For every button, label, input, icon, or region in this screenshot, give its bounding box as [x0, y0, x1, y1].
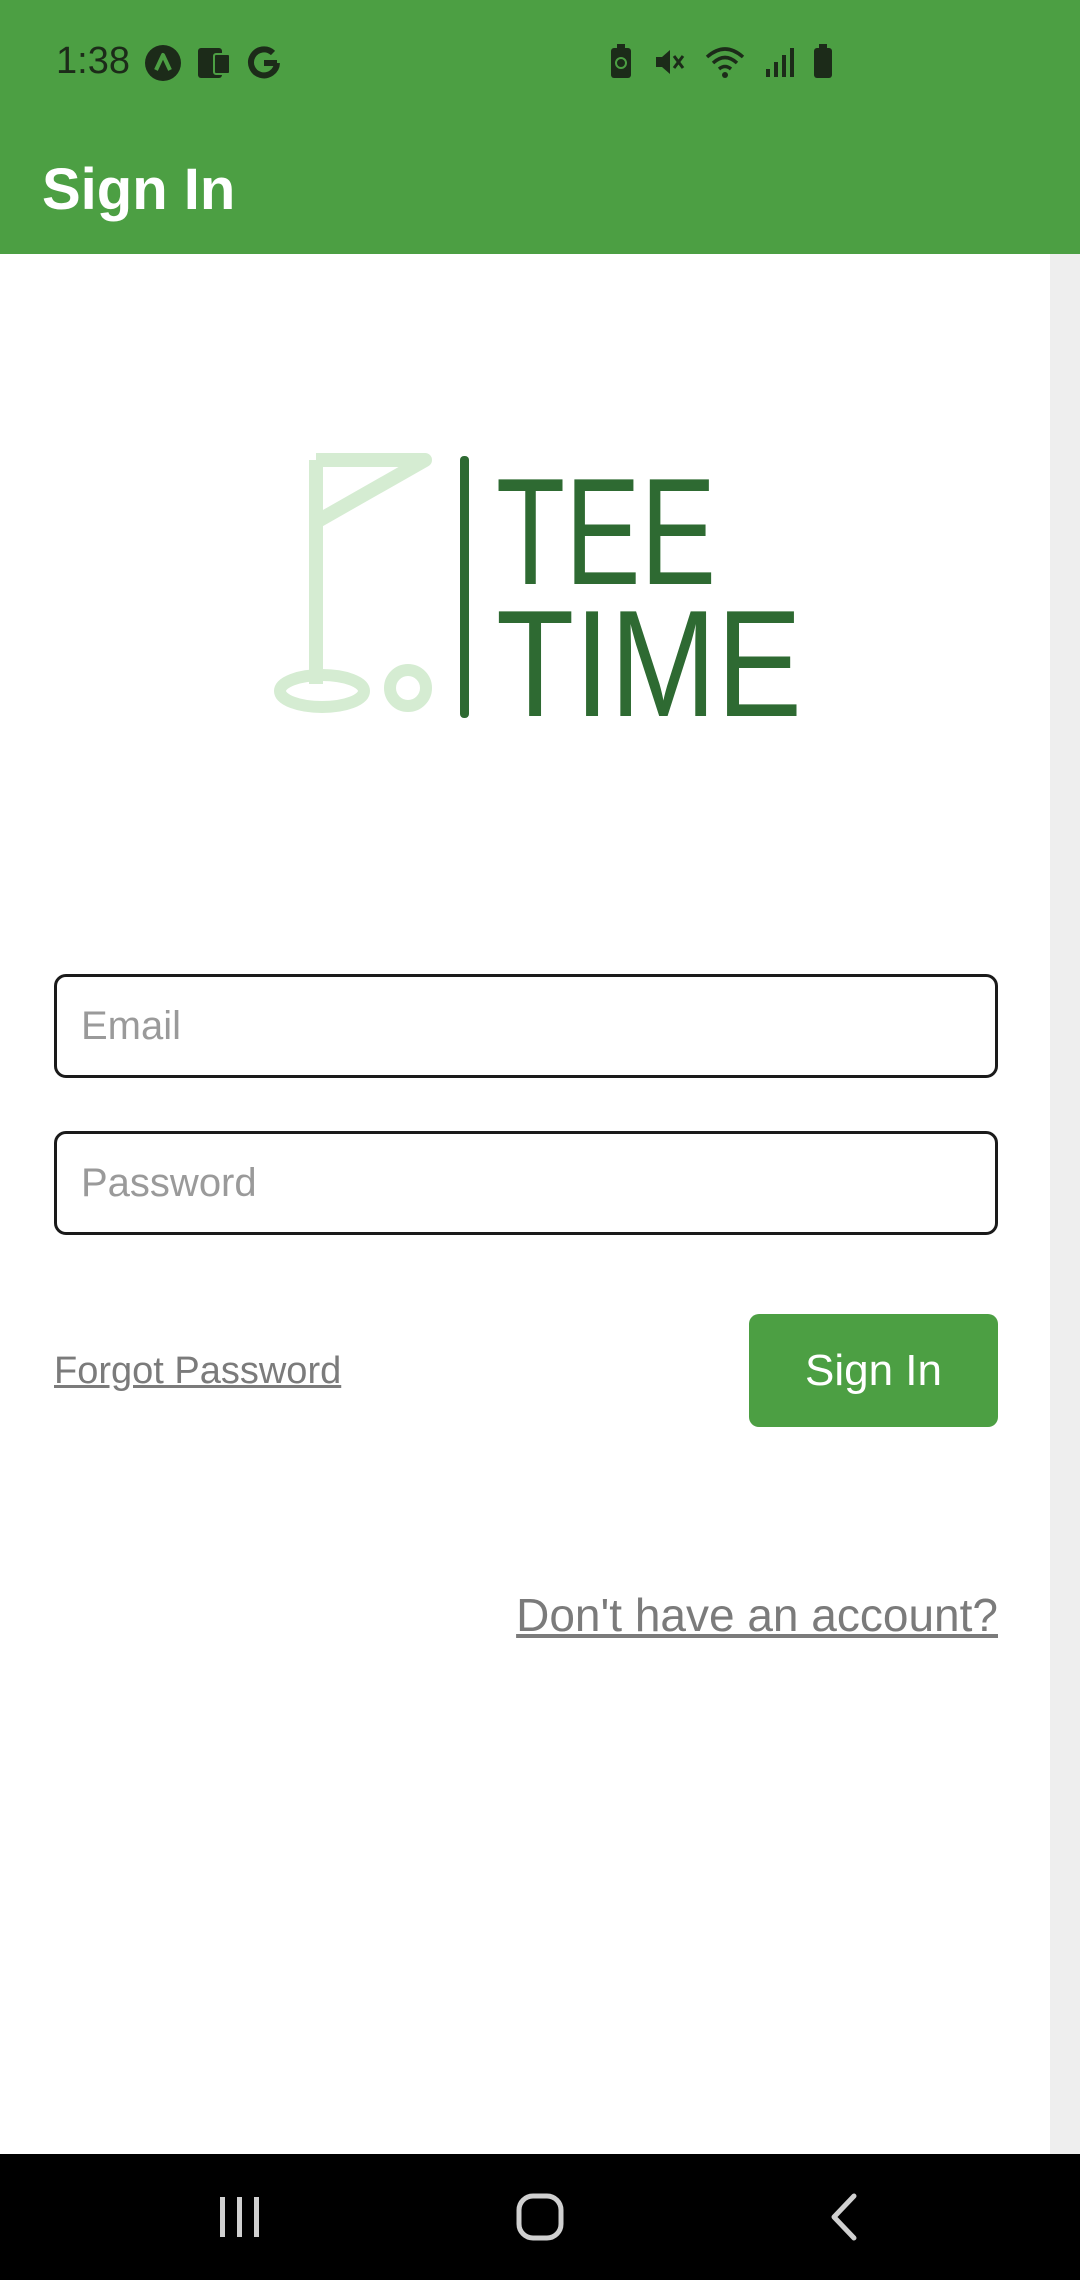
status-left-icons — [144, 44, 282, 82]
logo-divider — [460, 456, 469, 718]
golf-flag-icon — [274, 453, 432, 713]
sign-up-link[interactable]: Don't have an account? — [516, 1588, 998, 1642]
google-icon — [248, 46, 280, 79]
status-right-icons — [608, 44, 834, 80]
wifi-icon — [705, 47, 745, 78]
app-bar: Sign In — [0, 130, 1080, 254]
scroll-gutter — [1050, 254, 1080, 2154]
recents-button[interactable] — [140, 2154, 340, 2280]
home-icon — [516, 2193, 564, 2241]
page-title: Sign In — [42, 157, 236, 222]
signal-icon — [766, 48, 794, 77]
status-bar: 1:38 — [0, 0, 1080, 130]
battery-icon — [814, 44, 832, 78]
email-field[interactable] — [54, 974, 998, 1078]
back-button[interactable] — [743, 2154, 943, 2280]
app-notification-icon — [145, 45, 181, 81]
back-icon — [831, 2193, 857, 2241]
sign-in-screen: 1:38 Sign In TEE TIME Email Forgot Passw… — [0, 0, 1080, 2280]
navigation-bar — [0, 2154, 1080, 2280]
home-button[interactable] — [440, 2154, 640, 2280]
cast-icon — [198, 48, 231, 78]
battery-saver-icon — [611, 44, 631, 78]
logo-line-2: TIME — [496, 579, 802, 722]
forgot-password-link[interactable]: Forgot Password — [54, 1350, 341, 1393]
password-field[interactable] — [54, 1131, 998, 1235]
status-time: 1:38 — [56, 40, 130, 82]
mute-icon — [656, 50, 685, 74]
recents-icon — [220, 2197, 259, 2237]
sign-in-button[interactable]: Sign In — [749, 1314, 998, 1427]
tee-time-logo: TEE TIME — [274, 452, 802, 722]
